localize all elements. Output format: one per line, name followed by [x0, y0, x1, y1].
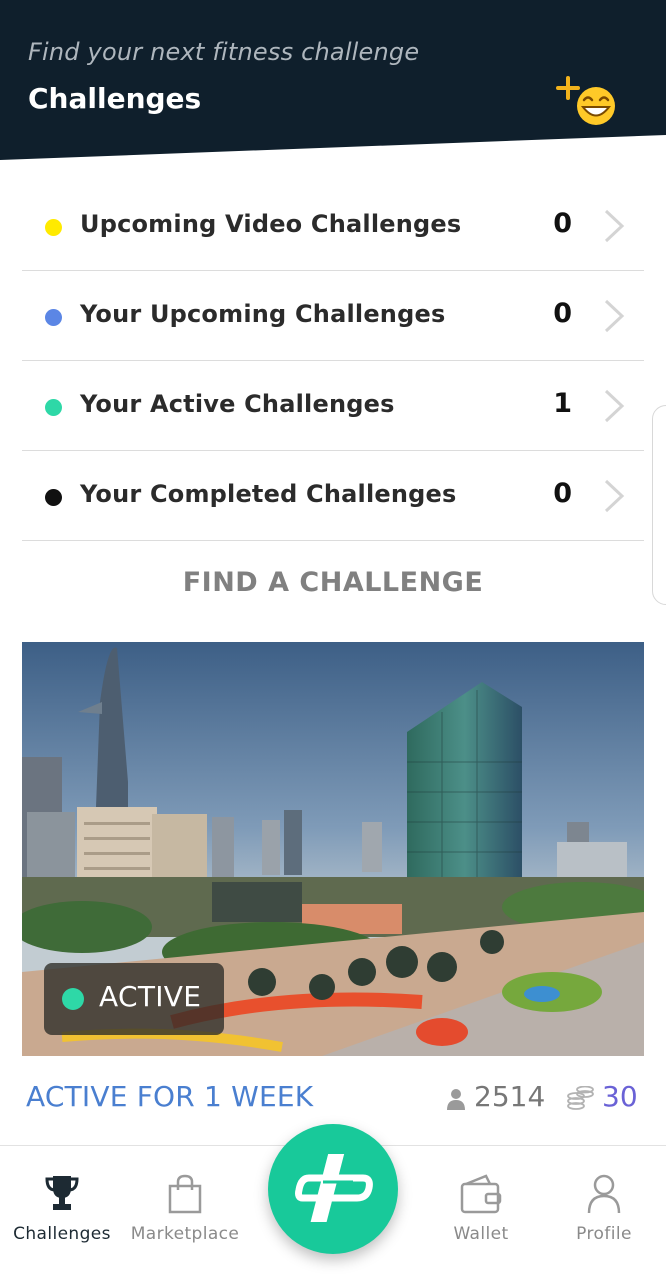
chevron-right-icon — [604, 209, 625, 243]
chevron-right-icon — [604, 299, 625, 333]
participant-count: 2514 — [474, 1080, 546, 1113]
chevron-right-icon — [604, 479, 625, 513]
status-dot — [45, 489, 62, 506]
shopping-bag-icon — [168, 1174, 202, 1214]
nav-label: Marketplace — [130, 1224, 240, 1244]
find-challenge-button[interactable]: FIND A CHALLENGE — [0, 567, 666, 598]
nav-wallet[interactable]: Wallet — [420, 1146, 542, 1280]
header: Find your next fitness challenge Challen… — [0, 0, 666, 160]
nav-marketplace[interactable]: Marketplace — [124, 1146, 246, 1280]
page-title: Challenges — [28, 82, 202, 115]
coins-icon — [567, 1086, 594, 1110]
wallet-icon — [460, 1174, 502, 1214]
active-status-dot — [62, 988, 84, 1010]
list-item-label: Your Upcoming Challenges — [80, 300, 446, 328]
header-subtitle: Find your next fitness challenge — [28, 38, 420, 66]
featured-challenge-meta: ACTIVE FOR 1 WEEK 2514 30 — [26, 1078, 642, 1118]
profile-icon — [587, 1174, 621, 1214]
home-fab-button[interactable] — [268, 1124, 398, 1254]
nav-profile[interactable]: Profile — [542, 1146, 666, 1280]
list-item-your-upcoming[interactable]: Your Upcoming Challenges 0 — [22, 271, 644, 361]
featured-challenge-card[interactable]: ACTIVE — [22, 642, 644, 1056]
nav-label: Profile — [576, 1224, 632, 1244]
nav-challenges[interactable]: Challenges — [0, 1146, 124, 1280]
list-item-count: 0 — [553, 208, 572, 239]
list-item-count: 0 — [553, 478, 572, 509]
duration-label: ACTIVE FOR 1 WEEK — [26, 1080, 314, 1113]
status-dot — [45, 219, 62, 236]
list-item-your-completed[interactable]: Your Completed Challenges 0 — [22, 451, 644, 541]
nav-label: Challenges — [13, 1224, 111, 1244]
status-badge: ACTIVE — [44, 963, 224, 1035]
list-item-label: Upcoming Video Challenges — [80, 210, 462, 238]
user-icon — [447, 1089, 465, 1110]
list-item-count: 0 — [553, 298, 572, 329]
trophy-icon — [45, 1176, 79, 1210]
list-item-count: 1 — [553, 388, 572, 419]
list-item-your-active[interactable]: Your Active Challenges 1 — [22, 361, 644, 451]
list-item-label: Your Active Challenges — [80, 390, 395, 418]
add-friend-emoji-icon[interactable] — [556, 74, 620, 128]
chevron-right-icon — [604, 389, 625, 423]
app-logo-icon — [295, 1154, 373, 1222]
status-badge-label: ACTIVE — [99, 980, 202, 1013]
status-dot — [45, 399, 62, 416]
coin-reward: 30 — [602, 1080, 638, 1113]
challenge-category-list: Upcoming Video Challenges 0 Your Upcomin… — [22, 181, 644, 541]
list-item-label: Your Completed Challenges — [80, 480, 457, 508]
nav-label: Wallet — [453, 1224, 509, 1244]
status-dot — [45, 309, 62, 326]
list-item-upcoming-video[interactable]: Upcoming Video Challenges 0 — [22, 181, 644, 271]
